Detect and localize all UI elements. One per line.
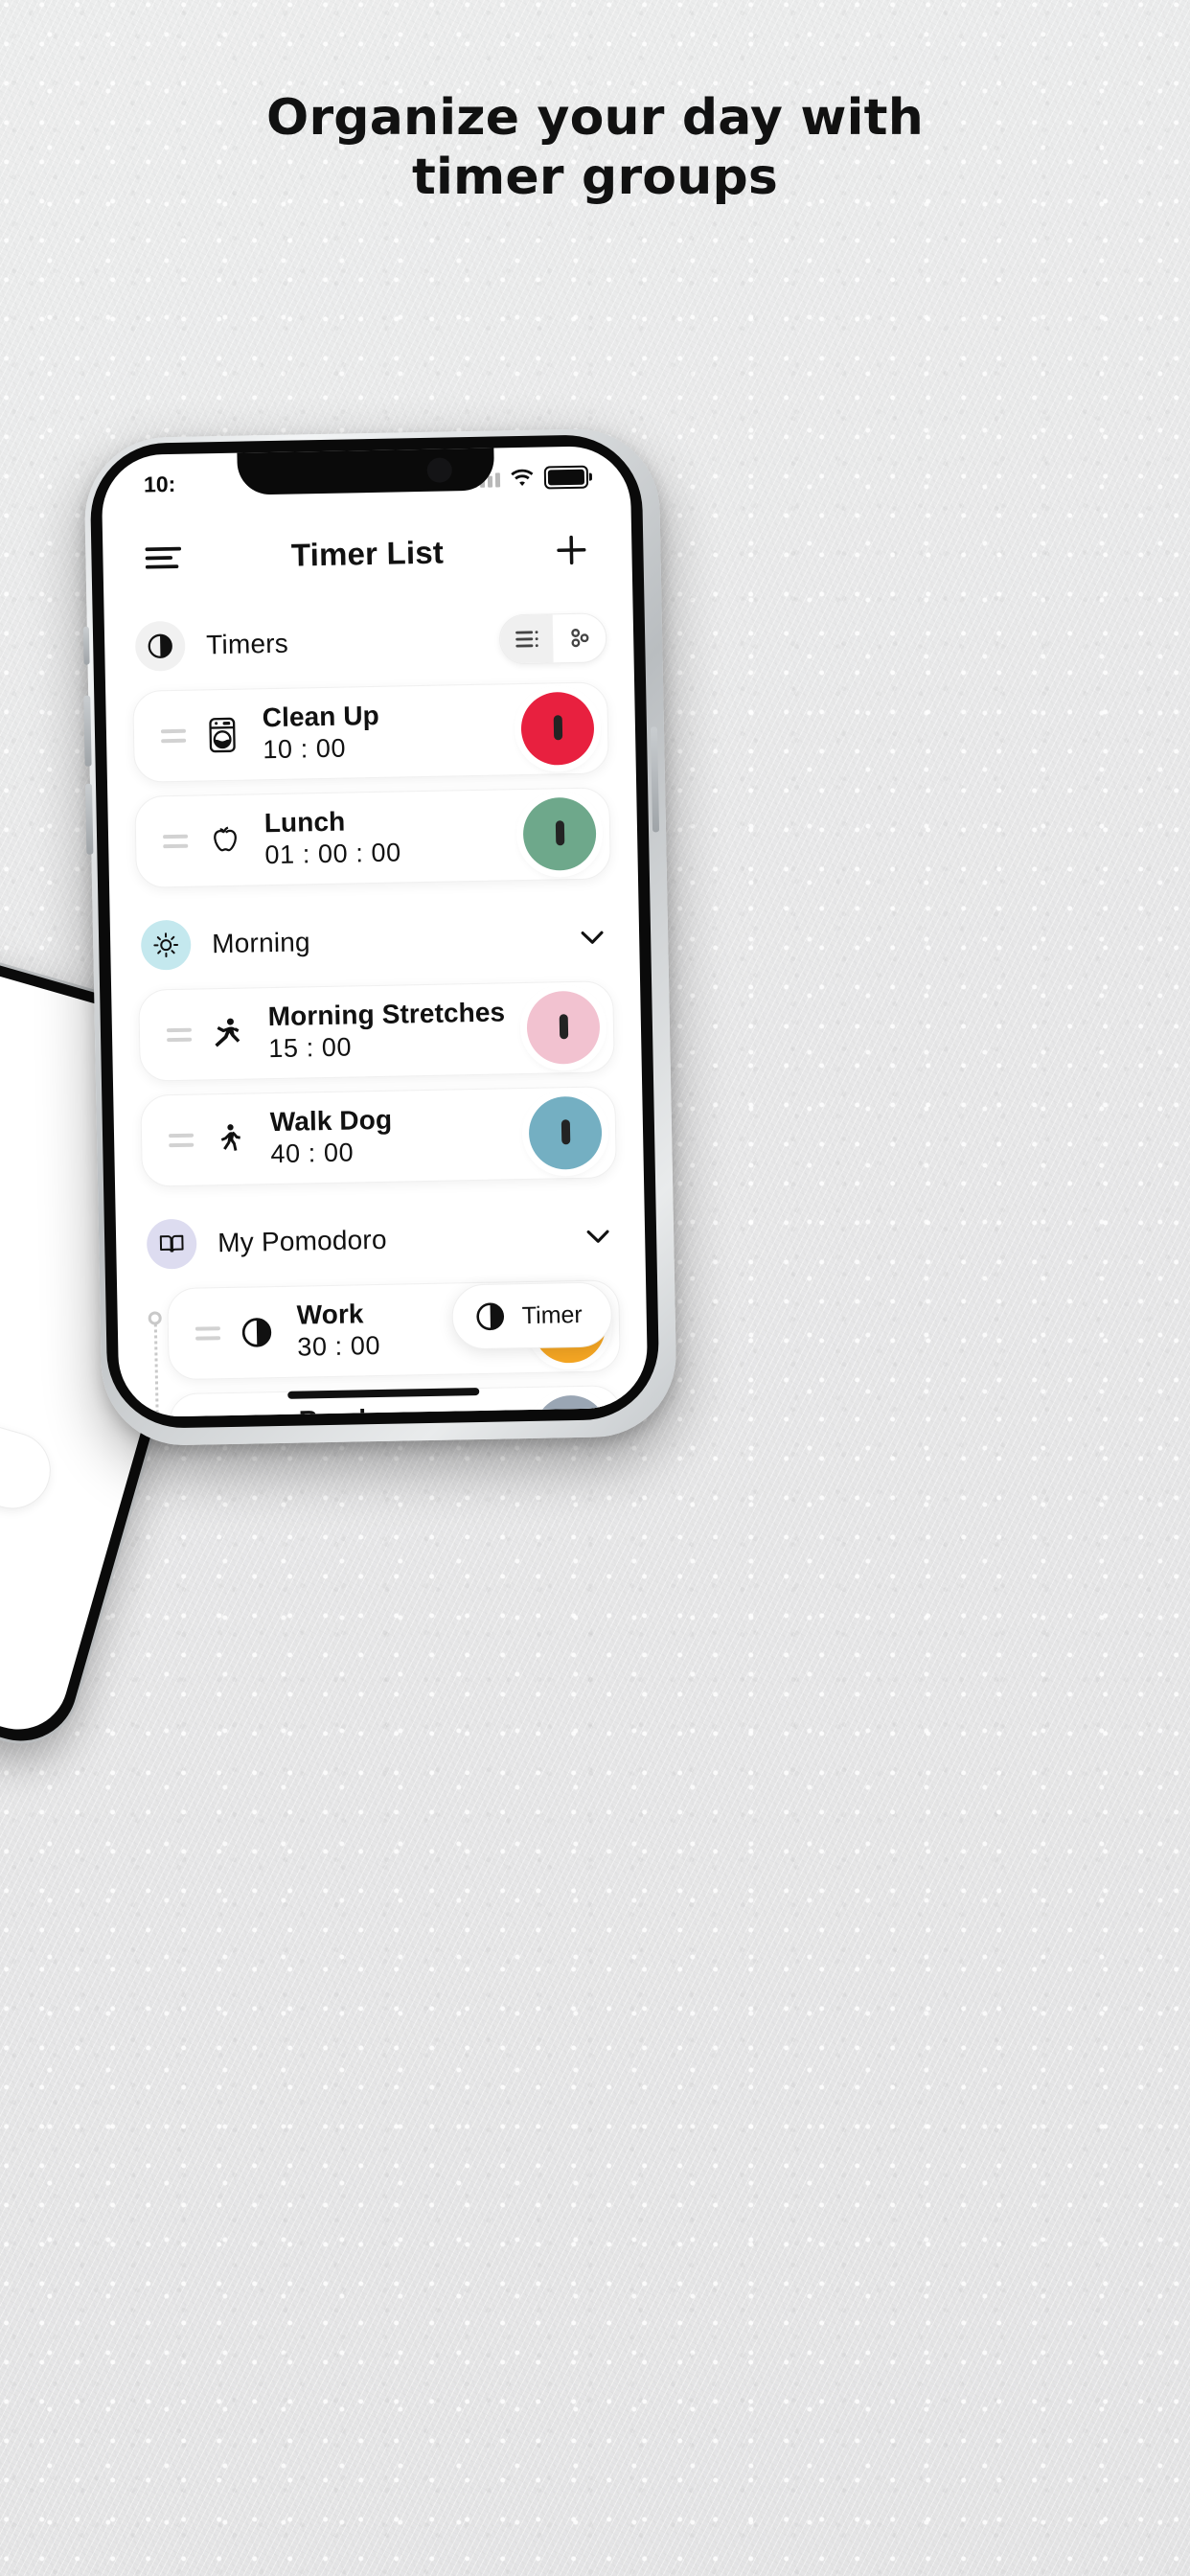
clock-half-icon xyxy=(230,1315,285,1350)
phone-screen: 10: Timer List Timers Clean Up 10: 00 L… xyxy=(101,445,649,1418)
walking-person-icon xyxy=(203,1119,258,1159)
drag-handle-icon[interactable] xyxy=(155,728,192,744)
book-icon xyxy=(146,1218,197,1270)
chevron-down-icon[interactable] xyxy=(578,1215,619,1256)
clock-half-icon xyxy=(473,1300,507,1333)
group-label: Morning xyxy=(211,927,311,959)
nav-bar: Timer List xyxy=(103,505,633,604)
drag-handle-icon[interactable] xyxy=(161,1027,197,1043)
timer-row[interactable]: Lunch 01 : 00 : 00 xyxy=(134,787,611,888)
drag-handle-icon[interactable] xyxy=(163,1133,199,1148)
group-header-timers[interactable]: Timers xyxy=(130,593,607,691)
status-time: 10: xyxy=(143,471,176,497)
drag-handle-icon[interactable] xyxy=(190,1326,226,1341)
list-view-icon[interactable] xyxy=(499,614,554,664)
page-title: Timer List xyxy=(290,534,445,573)
timer-row[interactable]: Morning Stretches 15 : 00 xyxy=(138,980,615,1082)
headline-line-2: timer groups xyxy=(411,149,779,206)
sun-icon xyxy=(140,919,192,971)
status-bar: 10: xyxy=(101,445,630,516)
silent-switch[interactable] xyxy=(82,626,90,665)
headline-line-1: Organize your day with xyxy=(266,89,924,147)
clock-half-icon xyxy=(134,620,186,672)
group-label: Timers xyxy=(205,628,289,660)
group-header-my-pomodoro[interactable]: My Pomodoro xyxy=(142,1191,619,1289)
phone-notch xyxy=(237,445,495,495)
plus-icon[interactable] xyxy=(545,523,598,576)
drag-handle-icon[interactable] xyxy=(157,834,194,849)
washing-machine-icon xyxy=(195,715,250,754)
wifi-icon xyxy=(509,469,536,489)
timer-mode-pill[interactable]: Timer xyxy=(451,1281,613,1350)
volume-up-button[interactable] xyxy=(83,695,92,767)
phone-mockup: 10: Timer List Timers Clean Up 10: 00 L… xyxy=(82,427,678,1447)
page-headline: Organize your day with timer groups xyxy=(0,88,1190,207)
battery-icon xyxy=(543,465,589,490)
volume-down-button[interactable] xyxy=(84,783,94,855)
apple-icon xyxy=(197,820,252,860)
timer-mode-label: Timer xyxy=(521,1300,583,1329)
chevron-down-icon[interactable] xyxy=(572,916,613,957)
timer-row[interactable]: Clean Up 10 : 00 xyxy=(132,681,609,783)
timer-row[interactable]: Walk Dog 40 : 00 xyxy=(140,1086,617,1187)
secondary-row-placeholder xyxy=(0,1364,60,1518)
stretching-person-icon xyxy=(201,1014,256,1053)
bubble-view-icon[interactable] xyxy=(553,613,606,662)
group-label: My Pomodoro xyxy=(217,1224,387,1258)
front-camera xyxy=(426,457,453,483)
view-mode-segmented-control[interactable] xyxy=(498,612,607,665)
group-header-morning[interactable]: Morning xyxy=(136,892,613,990)
hamburger-menu-icon[interactable] xyxy=(137,532,190,585)
